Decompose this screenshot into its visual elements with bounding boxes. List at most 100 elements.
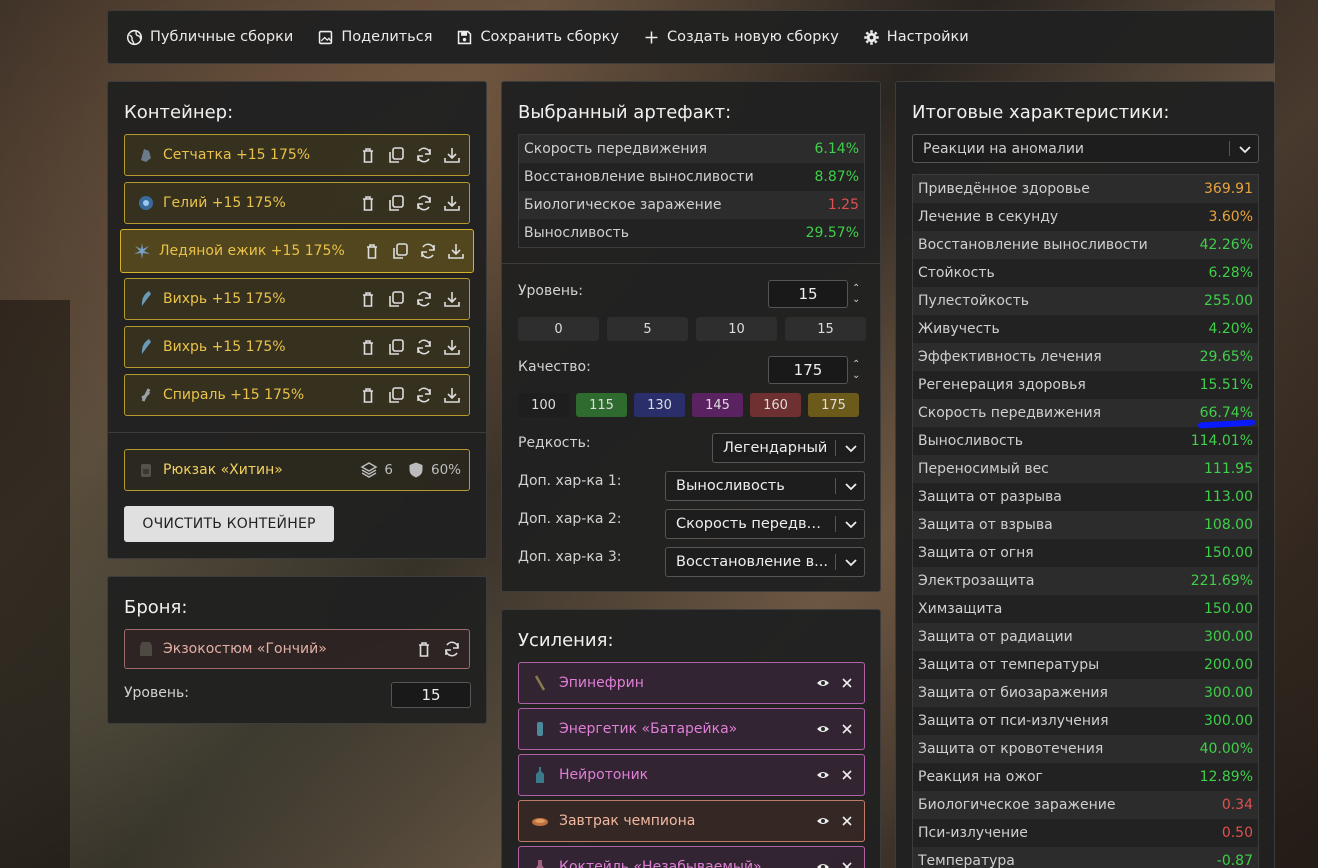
trash-icon[interactable]	[359, 386, 377, 404]
clear-container-button[interactable]: ОЧИСТИТЬ КОНТЕЙНЕР	[124, 506, 334, 542]
eye-icon[interactable]	[816, 722, 830, 736]
artifact-icon	[141, 149, 151, 162]
stat-label: Защита от биозаражения	[918, 685, 1108, 701]
background-beam	[0, 300, 70, 868]
download-icon[interactable]	[447, 242, 465, 260]
copy-icon[interactable]	[387, 290, 405, 308]
settings-link[interactable]: Настройки	[863, 29, 969, 46]
artifact-slot[interactable]: Спираль +15 175%	[124, 374, 470, 416]
artifact-slot[interactable]: Вихрь +15 175%	[124, 278, 470, 320]
trash-icon[interactable]	[359, 338, 377, 356]
close-icon[interactable]	[840, 676, 854, 690]
level-preset-button[interactable]: 5	[607, 317, 688, 341]
quality-preset-button[interactable]: 160	[750, 393, 801, 417]
new-build-label: Создать новую сборку	[666, 29, 839, 45]
download-icon[interactable]	[443, 386, 461, 404]
quality-preset-button[interactable]: 175	[808, 393, 859, 417]
rarity-select[interactable]: Легендарный	[712, 433, 865, 463]
boosts-panel: Усиления: Эпинефрин Энергетик «Батарейка…	[501, 609, 881, 868]
trash-icon[interactable]	[359, 290, 377, 308]
quality-stepper-icon[interactable]: ⌃ ⌄	[852, 359, 860, 381]
chevron-down-icon	[845, 445, 857, 453]
quality-input[interactable]: 175	[768, 356, 848, 384]
trash-icon[interactable]	[359, 194, 377, 212]
copy-icon[interactable]	[387, 146, 405, 164]
stat-value: 221.69%	[1190, 573, 1253, 589]
save-build-link[interactable]: Сохранить сборку	[456, 29, 619, 46]
refresh-icon[interactable]	[415, 194, 433, 212]
boost-item[interactable]: Эпинефрин	[518, 662, 865, 704]
quality-preset-button[interactable]: 100	[518, 393, 569, 417]
refresh-icon[interactable]	[415, 146, 433, 164]
boost-label: Нейротоник	[559, 767, 649, 783]
divider	[108, 432, 486, 433]
extra1-select[interactable]: Выносливость	[665, 471, 865, 501]
armor-level-label: Уровень:	[124, 685, 189, 701]
artifact-icon	[141, 339, 151, 354]
eye-icon[interactable]	[816, 814, 830, 828]
stat-label: Стойкость	[918, 265, 995, 281]
level-stepper-icon[interactable]: ⌃ ⌄	[852, 283, 860, 305]
copy-icon[interactable]	[387, 194, 405, 212]
artifact-slot[interactable]: Гелий +15 175%	[124, 182, 470, 224]
trash-icon[interactable]	[415, 640, 433, 658]
artifact-slot[interactable]: Сетчатка +15 175%	[124, 134, 470, 176]
download-icon[interactable]	[443, 146, 461, 164]
extra2-select[interactable]: Скорость передви...	[665, 509, 865, 539]
close-icon[interactable]	[840, 768, 854, 782]
download-icon[interactable]	[443, 290, 461, 308]
level-preset-button[interactable]: 0	[518, 317, 599, 341]
trash-icon[interactable]	[359, 146, 377, 164]
copy-icon[interactable]	[387, 386, 405, 404]
totals-filter-select[interactable]: Реакции на аномалии	[912, 134, 1259, 163]
table-row: Эффективность лечения 29.65%	[913, 343, 1258, 371]
copy-icon[interactable]	[387, 338, 405, 356]
new-build-link[interactable]: Создать новую сборку	[643, 29, 839, 46]
artifact-slot[interactable]: Вихрь +15 175%	[124, 326, 470, 368]
stat-value: 66.74%	[1199, 405, 1253, 421]
boost-item[interactable]: Нейротоник	[518, 754, 865, 796]
download-icon[interactable]	[443, 194, 461, 212]
share-link[interactable]: Поделиться	[317, 29, 432, 46]
close-icon[interactable]	[840, 860, 854, 868]
close-icon[interactable]	[840, 722, 854, 736]
stat-value: 255.00	[1204, 293, 1253, 309]
eye-icon[interactable]	[816, 768, 830, 782]
stat-label: Пулестойкость	[918, 293, 1030, 309]
extra3-select[interactable]: Восстановление в...	[665, 547, 865, 577]
boost-item[interactable]: Завтрак чемпиона	[518, 800, 865, 842]
quality-preset-button[interactable]: 115	[576, 393, 627, 417]
armor-slot[interactable]: Экзокостюм «Гончий»	[124, 629, 470, 669]
refresh-icon[interactable]	[443, 640, 461, 658]
backpack-slot[interactable]: Рюкзак «Хитин» 6 60%	[124, 449, 470, 491]
stat-label: Защита от взрыва	[918, 517, 1053, 533]
refresh-icon[interactable]	[415, 290, 433, 308]
level-preset-button[interactable]: 10	[696, 317, 777, 341]
backpack-capacity: 6	[384, 462, 393, 478]
public-builds-link[interactable]: Публичные сборки	[126, 29, 293, 46]
artifact-slot-selected[interactable]: Ледяной ежик +15 175%	[120, 229, 474, 273]
copy-icon[interactable]	[391, 242, 409, 260]
download-icon[interactable]	[443, 338, 461, 356]
close-icon[interactable]	[840, 814, 854, 828]
artifact-icon	[134, 243, 150, 259]
stat-label: Лечение в секунду	[918, 209, 1059, 225]
level-input[interactable]: 15	[768, 280, 848, 308]
stat-value: 4.20%	[1208, 321, 1253, 337]
refresh-icon[interactable]	[415, 386, 433, 404]
trash-icon[interactable]	[363, 242, 381, 260]
quality-preset-button[interactable]: 130	[634, 393, 685, 417]
backpack-protection: 60%	[430, 462, 461, 478]
armor-level-input[interactable]: 15	[391, 682, 471, 708]
boost-item[interactable]: Коктейль «Незабываемый»	[518, 846, 865, 868]
quality-preset-button[interactable]: 145	[692, 393, 743, 417]
eye-icon[interactable]	[816, 860, 830, 868]
eye-icon[interactable]	[816, 676, 830, 690]
refresh-icon[interactable]	[419, 242, 437, 260]
stat-label: Температура	[918, 853, 1015, 868]
extra1-label: Доп. хар-ка 1:	[518, 473, 622, 489]
container-title: Контейнер:	[124, 102, 234, 123]
level-preset-button[interactable]: 15	[785, 317, 866, 341]
refresh-icon[interactable]	[415, 338, 433, 356]
boost-item[interactable]: Энергетик «Батарейка»	[518, 708, 865, 750]
